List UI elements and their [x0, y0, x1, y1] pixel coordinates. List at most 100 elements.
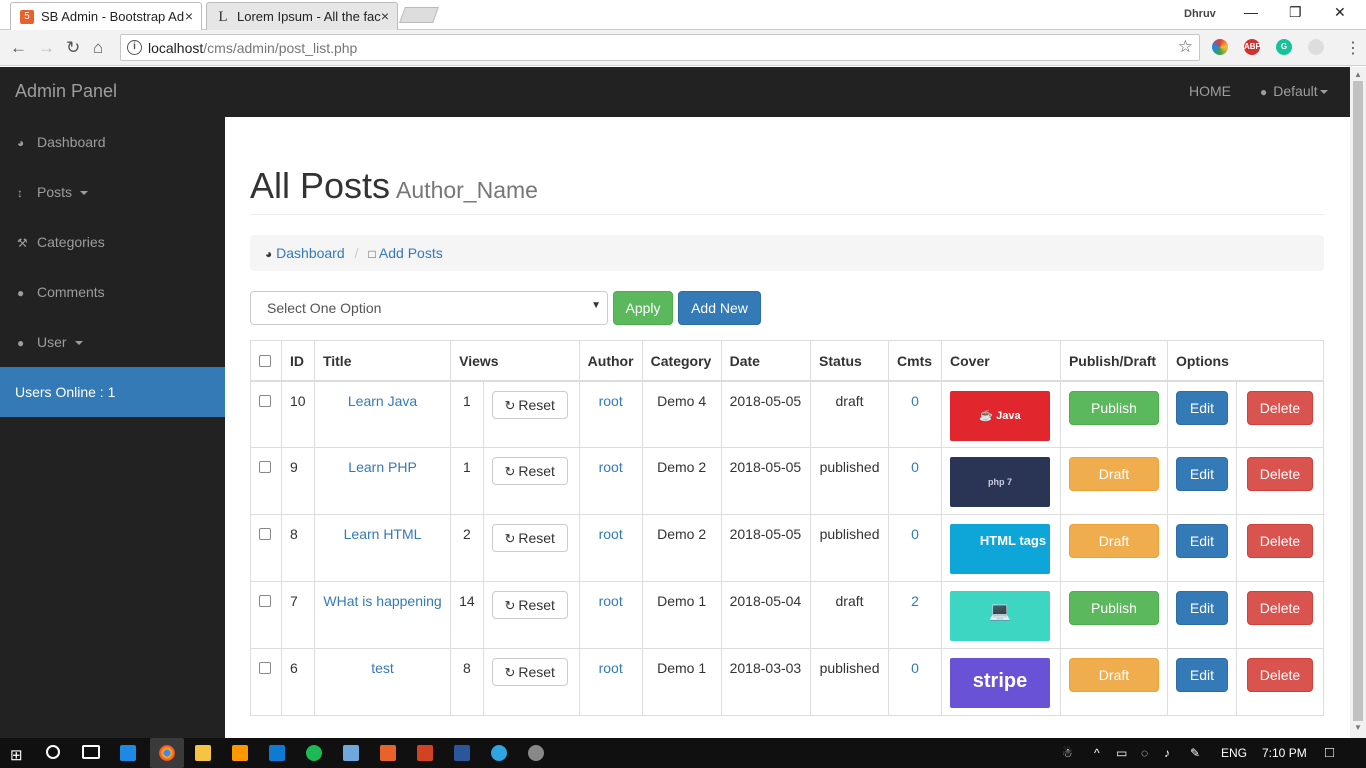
- delete-button[interactable]: Delete: [1246, 390, 1313, 425]
- volume-icon[interactable]: ♪: [1164, 746, 1170, 760]
- post-author-link[interactable]: root: [599, 459, 623, 475]
- sidebar-item-dashboard[interactable]: ◕ Dashboard: [0, 117, 225, 167]
- vscode-icon[interactable]: [269, 745, 285, 761]
- word-icon[interactable]: [454, 745, 470, 761]
- draft-button[interactable]: Draft: [1068, 658, 1159, 692]
- post-title-link[interactable]: test: [371, 660, 394, 676]
- publish-button[interactable]: Publish: [1068, 390, 1159, 425]
- row-checkbox[interactable]: [259, 595, 271, 607]
- browser-menu-icon[interactable]: ⋮: [1345, 38, 1361, 58]
- forward-icon[interactable]: →: [38, 38, 55, 58]
- home-icon[interactable]: ⌂: [93, 38, 103, 58]
- language-indicator[interactable]: ENG: [1221, 746, 1247, 760]
- post-title-link[interactable]: Learn Java: [348, 393, 417, 409]
- cortana-icon[interactable]: [46, 745, 60, 759]
- windows-start-icon[interactable]: ⊞: [10, 746, 23, 764]
- post-author-link[interactable]: root: [599, 660, 623, 676]
- color-picker-extension-icon[interactable]: [1212, 39, 1228, 55]
- post-comments-link[interactable]: 0: [911, 526, 919, 542]
- brand[interactable]: Admin Panel: [15, 81, 117, 102]
- tab-close-icon[interactable]: ×: [185, 8, 193, 24]
- show-hidden-icons[interactable]: ^: [1094, 746, 1100, 760]
- post-comments-link[interactable]: 0: [911, 393, 919, 409]
- add-new-button[interactable]: Add New: [678, 291, 761, 325]
- post-title-link[interactable]: WHat is happening: [323, 593, 441, 609]
- tab-close-icon[interactable]: ×: [381, 8, 389, 24]
- edge-icon[interactable]: [120, 745, 136, 761]
- edit-button[interactable]: Edit: [1175, 591, 1228, 625]
- sublime-text-icon[interactable]: [232, 745, 248, 761]
- minimize-icon[interactable]: —: [1244, 4, 1258, 20]
- select-all-checkbox[interactable]: [259, 355, 271, 367]
- post-author-link[interactable]: root: [599, 393, 623, 409]
- row-checkbox[interactable]: [259, 461, 271, 473]
- delete-button[interactable]: Delete: [1246, 524, 1313, 558]
- row-checkbox[interactable]: [259, 662, 271, 674]
- bulk-options-select[interactable]: Select One Option ▼: [250, 291, 608, 325]
- grammarly-icon[interactable]: G: [1276, 39, 1292, 55]
- edit-button[interactable]: Edit: [1175, 390, 1228, 425]
- back-icon[interactable]: ←: [10, 38, 27, 58]
- people-icon[interactable]: ☃: [1062, 746, 1073, 760]
- spotify-icon[interactable]: [306, 745, 322, 761]
- filezilla-icon[interactable]: [343, 745, 359, 761]
- reset-views-button[interactable]: ↻ Reset: [491, 457, 568, 485]
- adblock-plus-icon[interactable]: ABP: [1244, 39, 1261, 55]
- wifi-icon[interactable]: ◌: [1141, 746, 1148, 760]
- post-comments-link[interactable]: 2: [911, 593, 919, 609]
- profile-name[interactable]: Dhruv: [1184, 8, 1216, 20]
- delete-button[interactable]: Delete: [1246, 658, 1313, 692]
- reset-views-button[interactable]: ↻ Reset: [491, 390, 568, 419]
- task-view-icon[interactable]: [82, 745, 100, 759]
- delete-button[interactable]: Delete: [1246, 591, 1313, 625]
- post-title-link[interactable]: Learn HTML: [344, 526, 422, 542]
- delete-button[interactable]: Delete: [1246, 457, 1313, 491]
- edit-button[interactable]: Edit: [1175, 658, 1228, 692]
- browser-tab-lorem-ipsum[interactable]: L Lorem Ipsum - All the fac ×: [206, 2, 398, 30]
- publish-button[interactable]: Publish: [1068, 591, 1159, 625]
- extension-icon[interactable]: [1308, 39, 1324, 55]
- edit-button[interactable]: Edit: [1175, 457, 1228, 491]
- row-checkbox[interactable]: [259, 394, 271, 407]
- close-window-icon[interactable]: ✕: [1334, 4, 1346, 21]
- chrome-icon[interactable]: [159, 745, 175, 761]
- browser-tab-sb-admin[interactable]: 5 SB Admin - Bootstrap Ad ×: [10, 2, 202, 30]
- powerpoint-icon[interactable]: [417, 745, 433, 761]
- telegram-icon[interactable]: [491, 745, 507, 761]
- edit-button[interactable]: Edit: [1175, 524, 1228, 558]
- post-comments-link[interactable]: 0: [911, 459, 919, 475]
- bookmark-star-icon[interactable]: ☆: [1178, 37, 1193, 57]
- post-comments-link[interactable]: 0: [911, 660, 919, 676]
- nav-user-dropdown[interactable]: ● Default: [1260, 83, 1328, 99]
- info-icon[interactable]: i: [127, 40, 142, 55]
- reset-views-button[interactable]: ↻ Reset: [491, 658, 568, 686]
- clock[interactable]: 7:10 PM: [1262, 746, 1307, 760]
- post-title-link[interactable]: Learn PHP: [348, 459, 416, 475]
- breadcrumb-dashboard[interactable]: ◕ Dashboard: [265, 245, 345, 261]
- app-icon[interactable]: [528, 745, 544, 761]
- post-author-link[interactable]: root: [599, 593, 623, 609]
- restore-icon[interactable]: ❐: [1289, 4, 1302, 21]
- users-online-indicator[interactable]: Users Online : 1: [0, 367, 225, 417]
- reset-views-button[interactable]: ↻ Reset: [491, 524, 568, 552]
- sidebar-item-user[interactable]: ● User: [0, 317, 225, 367]
- scroll-up-icon[interactable]: ▲: [1354, 70, 1362, 79]
- breadcrumb-add-posts[interactable]: □ Add Posts: [369, 245, 443, 261]
- scroll-down-icon[interactable]: ▼: [1354, 723, 1362, 732]
- battery-icon[interactable]: ▭: [1116, 746, 1127, 760]
- sidebar-item-categories[interactable]: ⚒ Categories: [0, 217, 225, 267]
- file-explorer-icon[interactable]: [195, 745, 211, 761]
- action-center-icon[interactable]: □: [1325, 744, 1334, 761]
- address-bar[interactable]: i localhost/cms/admin/post_list.php ☆: [120, 34, 1200, 61]
- post-author-link[interactable]: root: [599, 526, 623, 542]
- sidebar-item-posts[interactable]: ↕ Posts: [0, 167, 225, 217]
- apply-button[interactable]: Apply: [613, 291, 673, 325]
- page-scrollbar[interactable]: ▲ ▼: [1350, 67, 1366, 738]
- reload-icon[interactable]: ↻: [66, 38, 80, 58]
- reset-views-button[interactable]: ↻ Reset: [491, 591, 568, 619]
- new-tab-button[interactable]: [399, 7, 439, 23]
- draft-button[interactable]: Draft: [1068, 457, 1159, 491]
- xampp-icon[interactable]: [380, 745, 396, 761]
- pen-icon[interactable]: ✎: [1190, 746, 1200, 760]
- draft-button[interactable]: Draft: [1068, 524, 1159, 558]
